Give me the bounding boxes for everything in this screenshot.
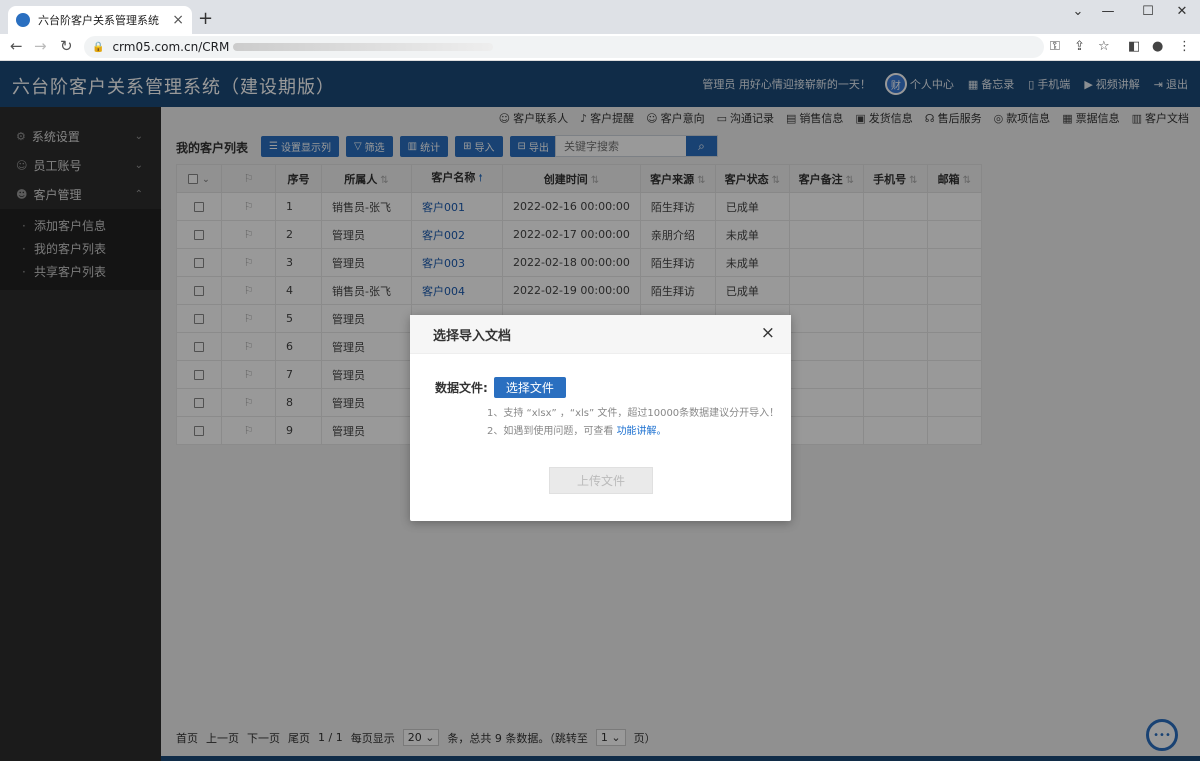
tip-line-1: 1、支持 “xlsx” ，“xls” 文件，超过10000条数据建议分开导入！ <box>487 408 780 419</box>
forward-icon[interactable]: → <box>34 37 47 55</box>
import-tips: 1、支持 “xlsx” ，“xls” 文件，超过10000条数据建议分开导入！ … <box>487 405 779 441</box>
address-bar: ← → ↻ 🔒 crm05.com.cn/CRM ⚿ ⇪ ☆ ◧ ● ⋮ <box>0 34 1200 61</box>
upload-file-button[interactable]: 上传文件 <box>549 467 653 494</box>
url-field[interactable]: 🔒 crm05.com.cn/CRM <box>84 36 1044 58</box>
new-tab-button[interactable]: + <box>198 8 213 29</box>
url-text: crm05.com.cn/CRM <box>112 40 230 54</box>
back-icon[interactable]: ← <box>10 37 23 55</box>
modal-header: 选择导入文档 <box>410 315 791 354</box>
tip-line-2: 2、如遇到使用问题，可查看 功能讲解。 <box>487 423 779 441</box>
tab-close-icon[interactable]: × <box>172 12 184 28</box>
browser-tabbar: 六台阶客户关系管理系统（建设期版） × + ⌄ — ☐ ✕ <box>0 0 1200 34</box>
browser-tab[interactable]: 六台阶客户关系管理系统（建设期版） × <box>8 6 192 34</box>
close-icon[interactable]: × <box>761 323 775 343</box>
minimize-icon[interactable]: — <box>1088 4 1128 19</box>
modal-title: 选择导入文档 <box>433 328 512 344</box>
share-icon[interactable]: ⇪ <box>1074 39 1085 54</box>
tip-text: 2、如遇到使用问题，可查看 <box>487 426 614 437</box>
choose-file-button[interactable]: 选择文件 <box>493 377 566 398</box>
file-label: 数据文件: <box>435 381 488 395</box>
menu-icon[interactable]: ⋮ <box>1178 39 1191 54</box>
url-redacted <box>233 43 494 51</box>
import-modal: 选择导入文档 × 数据文件: 选择文件 1、支持 “xlsx” ，“xls” 文… <box>410 315 791 521</box>
profile-icon[interactable]: ● <box>1152 39 1163 54</box>
tab-title: 六台阶客户关系管理系统（建设期版） <box>38 14 167 27</box>
star-icon[interactable]: ☆ <box>1098 39 1110 54</box>
key-icon[interactable]: ⚿ <box>1050 39 1060 54</box>
favicon-icon <box>16 13 30 27</box>
lock-icon: 🔒 <box>92 41 105 53</box>
close-window-icon[interactable]: ✕ <box>1162 4 1200 19</box>
sidepanel-icon[interactable]: ◧ <box>1128 39 1140 54</box>
help-link[interactable]: 功能讲解。 <box>617 426 667 437</box>
file-row: 数据文件: 选择文件 <box>435 377 566 398</box>
reload-icon[interactable]: ↻ <box>60 37 73 55</box>
